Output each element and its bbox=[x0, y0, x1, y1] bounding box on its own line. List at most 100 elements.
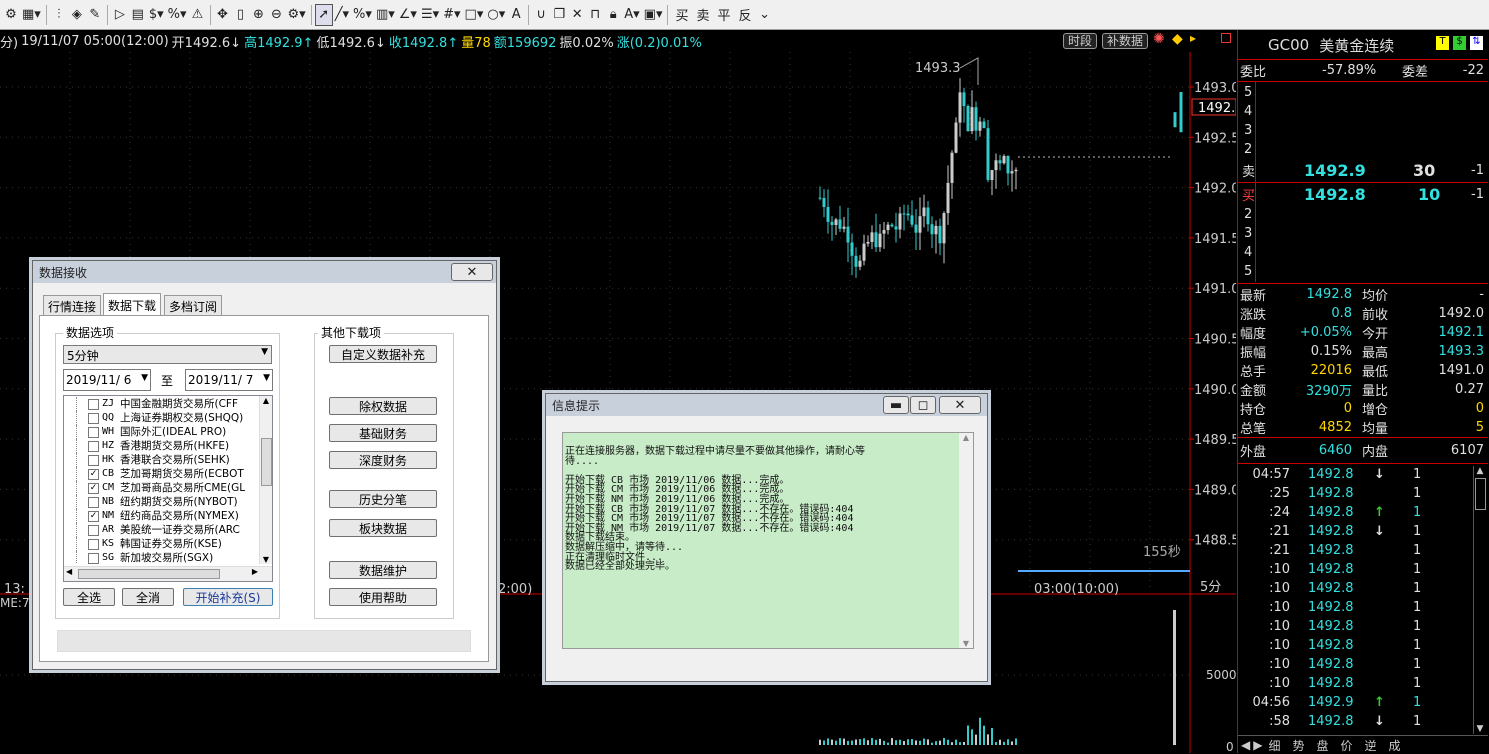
market-checkbox[interactable] bbox=[88, 427, 99, 438]
quote-tab[interactable]: 成 bbox=[1389, 737, 1401, 754]
scroll-up-icon[interactable]: ▲ bbox=[1474, 466, 1486, 476]
dollar-icon[interactable]: $▾ bbox=[147, 4, 166, 26]
grid-line-icon[interactable]: #▾ bbox=[441, 4, 462, 26]
market-checkbox[interactable] bbox=[88, 525, 99, 536]
history-tick-button[interactable]: 历史分笔 bbox=[329, 490, 437, 508]
tick-row[interactable]: :10 1492.8 1 bbox=[1238, 598, 1470, 617]
ask-level-row[interactable]: 4 bbox=[1238, 102, 1488, 121]
more-chevron-icon[interactable]: ⌄ bbox=[756, 4, 774, 26]
close-button[interactable]: ✕ bbox=[451, 263, 493, 281]
tick-row[interactable]: 04:57 1492.8 ↓ 1 bbox=[1238, 465, 1470, 484]
settings-sun-icon[interactable]: ✺ bbox=[1153, 31, 1165, 47]
tab-data-download[interactable]: 数据下载 bbox=[103, 293, 162, 316]
diamond-icon[interactable]: ◈ bbox=[68, 4, 86, 26]
tab-quote-connect[interactable]: 行情连接 bbox=[43, 295, 102, 316]
scroll-thumb[interactable] bbox=[1475, 478, 1486, 510]
ask-row[interactable]: 卖 1492.9 30 -1 bbox=[1238, 160, 1488, 180]
tick-row[interactable]: :10 1492.8 1 bbox=[1238, 560, 1470, 579]
percent-line-icon[interactable]: %▾ bbox=[351, 4, 374, 26]
pointer-icon[interactable]: ➚ bbox=[314, 3, 333, 26]
tick-row[interactable]: :10 1492.8 1 bbox=[1238, 617, 1470, 636]
bid-level-row[interactable]: 3 bbox=[1238, 224, 1488, 243]
market-checkbox[interactable]: ✓ bbox=[88, 511, 99, 522]
tick-row[interactable]: :10 1492.8 1 bbox=[1238, 674, 1470, 693]
ask-level-row[interactable]: 3 bbox=[1238, 121, 1488, 140]
deep-finance-button[interactable]: 深度财务 bbox=[329, 451, 437, 469]
tab-depth-subscribe[interactable]: 多档订阅 bbox=[164, 295, 223, 316]
column-icon[interactable]: ▯ bbox=[232, 4, 250, 26]
ruler-icon[interactable]: ▥▾ bbox=[374, 4, 397, 26]
market-checkbox[interactable] bbox=[88, 497, 99, 508]
magnet-icon[interactable]: ∪ bbox=[532, 4, 550, 26]
scroll-left-icon[interactable]: ◀ bbox=[66, 567, 72, 576]
market-item[interactable]: HZ 香港期货交易所(HKFE) bbox=[64, 439, 258, 453]
scroll-down-icon[interactable]: ▼ bbox=[260, 555, 272, 564]
market-checkbox[interactable]: ✓ bbox=[88, 469, 99, 480]
quote-tab[interactable]: 逆 bbox=[1365, 737, 1377, 754]
reverse-button[interactable]: 反 bbox=[735, 4, 756, 26]
scroll-up-icon[interactable]: ▲ bbox=[260, 396, 272, 405]
bid-row[interactable]: 买 1492.8 10 -1 bbox=[1238, 184, 1488, 204]
angle-icon[interactable]: ∠▾ bbox=[397, 4, 419, 26]
market-item[interactable]: NB 纽约期货交易所(NYBOT) bbox=[64, 495, 258, 509]
market-checkbox[interactable] bbox=[88, 441, 99, 452]
text-tool-icon[interactable]: A bbox=[507, 4, 525, 26]
tab-prev-icon[interactable]: ◀ bbox=[1241, 738, 1250, 752]
ask-level-row[interactable]: 5 bbox=[1238, 83, 1488, 102]
quote-tab[interactable]: 价 bbox=[1341, 737, 1353, 754]
pencil-icon[interactable]: ✎ bbox=[86, 4, 104, 26]
market-item[interactable]: SG 新加坡交易所(SGX) bbox=[64, 551, 258, 564]
date-to-picker[interactable]: 2019/11/ 7 ▼ bbox=[185, 369, 273, 391]
sort-icon[interactable]: ⇅ bbox=[1470, 36, 1483, 50]
market-item[interactable]: HK 香港联合交易所(SEHK) bbox=[64, 453, 258, 467]
zoom-out-icon[interactable]: ⊖ bbox=[268, 4, 286, 26]
scroll-thumb[interactable] bbox=[261, 438, 272, 486]
tick-row[interactable]: :21 1492.8 1 bbox=[1238, 541, 1470, 560]
rectangle-icon[interactable]: □▾ bbox=[463, 4, 486, 26]
select-all-button[interactable]: 全选 bbox=[63, 588, 115, 606]
close-position-button[interactable]: 平 bbox=[714, 4, 735, 26]
basic-finance-button[interactable]: 基础财务 bbox=[329, 424, 437, 442]
block-data-button[interactable]: 板块数据 bbox=[329, 519, 437, 537]
market-item[interactable]: ✓ CB 芝加哥期货交易所(ECBOT bbox=[64, 467, 258, 481]
settings-gear-icon[interactable]: ⚙ bbox=[2, 4, 20, 26]
period-select[interactable]: 5分钟 ▼ bbox=[63, 345, 272, 364]
tick-scrollbar[interactable]: ▲ ▼ bbox=[1473, 466, 1486, 734]
bid-level-row[interactable]: 4 bbox=[1238, 243, 1488, 262]
help-button[interactable]: 使用帮助 bbox=[329, 588, 437, 606]
percent-icon[interactable]: %▾ bbox=[166, 4, 189, 26]
move-icon[interactable]: ✥ bbox=[214, 4, 232, 26]
line-icon[interactable]: ╱▾ bbox=[333, 4, 351, 26]
bar-chart-icon[interactable]: ⫶ bbox=[50, 4, 68, 26]
ellipse-icon[interactable]: ○▾ bbox=[485, 4, 507, 26]
minimize-button[interactable]: ▬ bbox=[883, 396, 909, 414]
play-icon[interactable]: ▷ bbox=[111, 4, 129, 26]
fill-data-button[interactable]: 补数据 bbox=[1102, 33, 1149, 49]
market-item[interactable]: ZJ 中国金融期货交易所(CFF bbox=[64, 397, 258, 411]
quote-tab[interactable]: 盘 bbox=[1317, 737, 1329, 754]
parallel-icon[interactable]: ☰▾ bbox=[419, 4, 441, 26]
start-fill-button[interactable]: 开始补充(S) bbox=[183, 588, 273, 606]
market-item[interactable]: WH 国际外汇(IDEAL PRO) bbox=[64, 425, 258, 439]
grid-icon[interactable]: ▦▾ bbox=[20, 4, 43, 26]
scroll-up-icon[interactable]: ▲ bbox=[959, 433, 973, 442]
tick-row[interactable]: :10 1492.8 1 bbox=[1238, 579, 1470, 598]
scroll-thumb[interactable] bbox=[78, 569, 220, 579]
market-item[interactable]: KS 韩国证券交易所(KSE) bbox=[64, 537, 258, 551]
market-checkbox[interactable] bbox=[88, 539, 99, 550]
save-icon[interactable]: ▣▾ bbox=[642, 4, 665, 26]
clear-all-button[interactable]: 全消 bbox=[122, 588, 174, 606]
alert-icon[interactable]: ⚠ bbox=[189, 4, 207, 26]
market-checkbox[interactable]: ✓ bbox=[88, 483, 99, 494]
tick-row[interactable]: :21 1492.8 ↓ 1 bbox=[1238, 522, 1470, 541]
market-list-hscroll[interactable]: ◀ ▶ bbox=[64, 566, 272, 581]
tab-next-icon[interactable]: ▶ bbox=[1253, 738, 1262, 752]
market-item[interactable]: QQ 上海证券期权交易(SHQQ) bbox=[64, 411, 258, 425]
log-scrollbar[interactable]: ▲ ▼ bbox=[959, 433, 973, 648]
restore-window-icon[interactable] bbox=[1221, 33, 1231, 43]
tick-row[interactable]: :58 1492.8 ↓ 1 bbox=[1238, 712, 1470, 731]
refresh-icon[interactable]: $ bbox=[1453, 36, 1466, 50]
gear-icon[interactable]: ⚙▾ bbox=[286, 4, 308, 26]
zoom-in-icon[interactable]: ⊕ bbox=[250, 4, 268, 26]
maximize-button[interactable]: ◻ bbox=[910, 396, 936, 414]
